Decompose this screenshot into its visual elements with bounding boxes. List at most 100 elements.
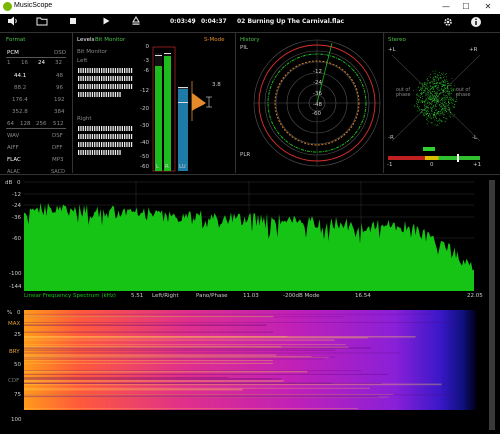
scope-point <box>450 100 452 101</box>
scope-point <box>437 103 439 105</box>
scope-point <box>425 87 427 89</box>
scope-point <box>453 98 454 100</box>
bit-indicator <box>98 76 100 81</box>
bit-indicator <box>126 68 128 73</box>
folder-icon[interactable] <box>35 16 49 28</box>
bit-indicator <box>124 84 126 89</box>
bit-indicator <box>101 142 103 147</box>
spectrogram-streak <box>24 358 324 360</box>
maximize-button[interactable]: ☐ <box>458 1 474 13</box>
scope-point <box>436 82 438 83</box>
scope-point <box>436 101 438 103</box>
scope-point <box>441 88 442 89</box>
scope-point <box>434 112 435 114</box>
scale-30: -30 <box>140 123 149 129</box>
scope-point <box>437 101 438 102</box>
scope-point <box>432 87 433 88</box>
bit-monitor-right <box>78 126 133 155</box>
scope-point <box>438 101 439 102</box>
bit-indicator <box>89 142 91 147</box>
scope-point <box>429 93 431 94</box>
mode-left-right[interactable]: Left/Right <box>152 293 179 299</box>
scope-point <box>421 94 422 95</box>
codec-wav: WAV <box>7 133 20 139</box>
scope-point <box>417 94 419 96</box>
scope-point <box>428 114 429 116</box>
scope-point <box>422 90 424 91</box>
scope-point <box>431 99 432 100</box>
scope-point <box>429 116 431 118</box>
scope-point <box>439 103 441 105</box>
scope-point <box>429 82 430 83</box>
stop-icon[interactable] <box>66 16 80 28</box>
bit-indicator <box>78 76 80 81</box>
scope-point <box>439 112 441 114</box>
spectrogram-streak <box>24 354 277 356</box>
scope-point <box>424 112 425 114</box>
scope-point <box>437 121 439 122</box>
scope-point <box>432 100 434 101</box>
scope-point <box>430 74 431 75</box>
vertical-scrollbar[interactable] <box>489 180 495 430</box>
scope-point <box>449 94 450 96</box>
rate-48: 48 <box>56 73 63 79</box>
scope-point <box>441 106 442 108</box>
bit-indicator <box>80 150 82 155</box>
scope-point <box>427 88 428 90</box>
minimize-button[interactable]: — <box>438 1 454 13</box>
bit-indicator <box>128 76 130 81</box>
scope-point <box>426 114 427 115</box>
scope-point <box>431 91 433 92</box>
scope-point <box>436 125 437 127</box>
scope-point <box>429 83 431 84</box>
scope-point <box>427 119 428 121</box>
out-of-phase-right: out of phase <box>456 88 471 98</box>
scope-point <box>452 89 454 90</box>
bit-indicator <box>98 142 100 147</box>
spectrogram-streak <box>24 324 267 326</box>
scope-point <box>429 113 431 115</box>
scope-point <box>448 82 450 84</box>
scope-point <box>433 83 435 85</box>
mode-200db[interactable]: -200dB Mode <box>283 293 319 299</box>
export-icon[interactable] <box>129 16 143 28</box>
scope-point <box>441 105 442 107</box>
bit-indicator <box>114 68 117 73</box>
bit-indicator <box>82 68 84 73</box>
bit-indicator <box>80 68 82 73</box>
scope-point <box>416 94 418 96</box>
tab-bit-monitor[interactable]: Bit Monitor <box>95 37 125 43</box>
bit-indicator <box>91 76 94 81</box>
mode-pano-phase[interactable]: Pano/Phase <box>196 293 228 299</box>
right-level-bar <box>164 56 171 171</box>
bit-indicator <box>119 126 121 131</box>
spectrogram-streak <box>24 396 389 398</box>
scope-point <box>447 109 449 110</box>
scope-point <box>426 79 428 80</box>
correlation-indicator <box>423 147 435 151</box>
close-button[interactable]: ✕ <box>480 1 496 13</box>
y-tick-36: -36 <box>12 215 21 221</box>
ring-label-36: -36 <box>313 91 322 97</box>
bit-indicator <box>128 84 130 89</box>
ring-label-48: -48 <box>313 102 322 108</box>
scope-point <box>426 105 427 107</box>
play-icon[interactable] <box>99 16 113 28</box>
bit-indicator <box>114 84 117 89</box>
scope-point <box>450 98 452 100</box>
bit-indicator <box>101 126 103 131</box>
scope-point <box>425 103 427 105</box>
scope-point <box>428 76 430 77</box>
gear-icon[interactable] <box>441 16 455 28</box>
scope-point <box>447 86 448 87</box>
scale-40: -40 <box>140 140 149 146</box>
scope-point <box>420 88 422 90</box>
scope-point <box>432 122 433 124</box>
spectrogram-streak <box>24 370 362 372</box>
bit-indicator <box>101 76 103 81</box>
info-icon[interactable] <box>469 16 483 28</box>
scope-point <box>441 99 443 101</box>
scope-point <box>419 109 420 110</box>
scope-point <box>434 115 436 117</box>
speaker-icon[interactable] <box>6 16 20 28</box>
